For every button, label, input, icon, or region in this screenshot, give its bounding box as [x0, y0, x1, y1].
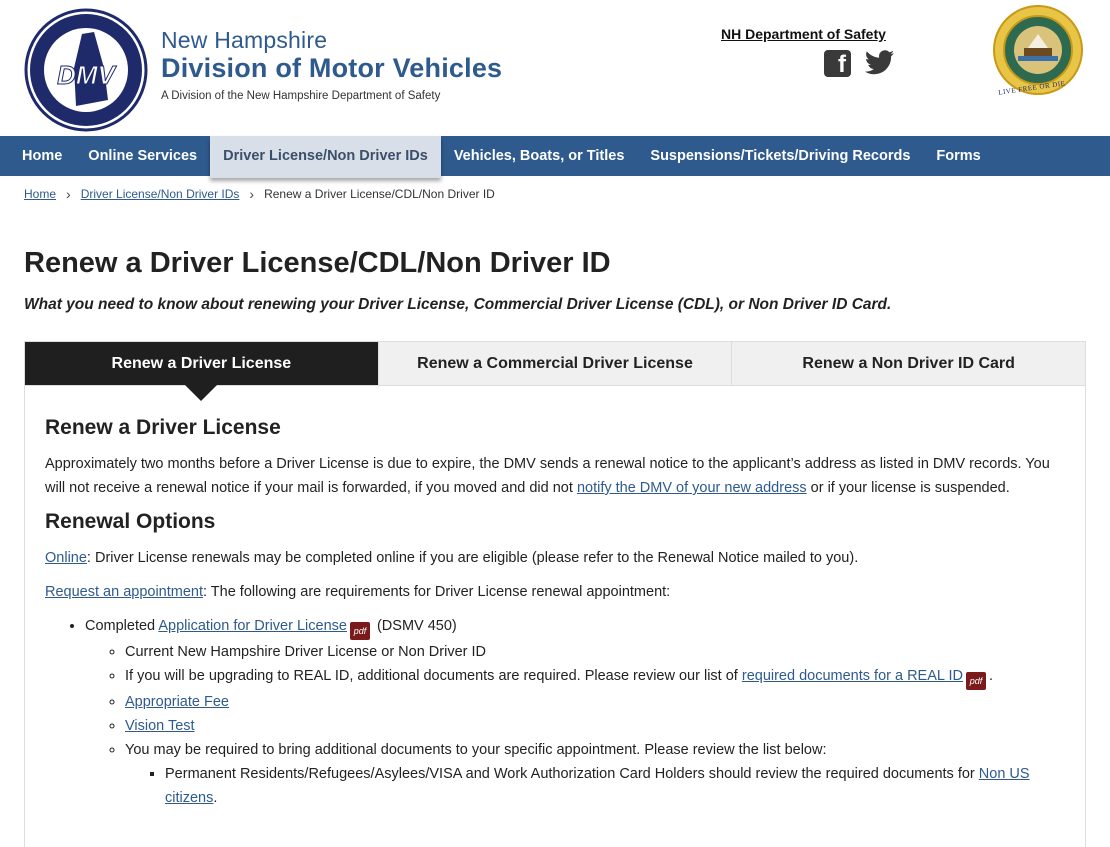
svg-text:DMV: DMV: [57, 60, 117, 90]
tab-content: Renew a Driver License Approximately two…: [45, 416, 1070, 810]
nav-item-forms[interactable]: Forms: [923, 136, 993, 176]
pdf-icon[interactable]: pdf: [349, 622, 370, 640]
twitter-icon[interactable]: [865, 50, 895, 76]
nav-item-home[interactable]: Home: [0, 136, 75, 176]
online-text: : Driver License renewals may be complet…: [86, 550, 859, 566]
perm-residents-text: Permanent Residents/Refugees/Asylees/VIS…: [165, 766, 979, 782]
tab-renew-driver-license[interactable]: Renew a Driver License: [25, 342, 379, 401]
main-nav: Home Online Services Driver License/Non …: [0, 136, 1110, 178]
notify-address-link[interactable]: notify the DMV of your new address: [577, 480, 807, 496]
facebook-icon[interactable]: f: [824, 50, 851, 78]
brand-tagline: A Division of the New Hampshire Departme…: [161, 90, 441, 102]
intro-paragraph: Approximately two months before a Driver…: [45, 452, 1070, 500]
brand-block[interactable]: New Hampshire Division of Motor Vehicles…: [161, 27, 502, 102]
list-item: Completed Application for Driver License…: [85, 614, 1070, 810]
sub-requirements-list: Current New Hampshire Driver License or …: [125, 640, 1070, 810]
breadcrumb-driver-license-link[interactable]: Driver License/Non Driver IDs: [81, 187, 240, 201]
social-links: f: [824, 50, 895, 78]
online-link[interactable]: Online: [45, 550, 87, 566]
list-item: Appropriate Fee: [125, 690, 1070, 714]
vision-test-link[interactable]: Vision Test: [125, 718, 195, 734]
list-item: You may be required to bring additional …: [125, 738, 1070, 810]
realid-end: .: [988, 668, 993, 684]
tab-renew-cdl[interactable]: Renew a Commercial Driver License: [379, 342, 733, 385]
site-header: DMV New Hampshire Division of Motor Vehi…: [0, 0, 1110, 136]
tab-bar: Renew a Driver License Renew a Commercia…: [24, 341, 1086, 401]
page-subtitle: What you need to know about renewing you…: [24, 296, 892, 313]
breadcrumb-current: Renew a Driver License/CDL/Non Driver ID: [264, 187, 495, 201]
list-item: Current New Hampshire Driver License or …: [125, 640, 1070, 664]
brand-division: Division of Motor Vehicles: [161, 53, 503, 83]
appointment-text: : The following are requirements for Dri…: [203, 584, 671, 600]
intro-text-end: or if your license is suspended.: [806, 480, 1010, 496]
section-heading: Renew a Driver License: [45, 416, 281, 439]
dept-safety-link[interactable]: NH Department of Safety: [721, 26, 886, 42]
list-item: Vision Test: [125, 714, 1070, 738]
application-link[interactable]: Application for Driver License: [158, 618, 347, 634]
form-number: (DSMV 450): [372, 618, 457, 634]
nav-item-online-services[interactable]: Online Services: [75, 136, 210, 176]
list-item: Permanent Residents/Refugees/Asylees/VIS…: [165, 762, 1070, 810]
chevron-right-icon: ›: [249, 186, 255, 202]
completed-text: Completed: [85, 618, 159, 634]
requirements-list: Completed Application for Driver License…: [85, 614, 1070, 810]
appropriate-fee-link[interactable]: Appropriate Fee: [125, 694, 229, 710]
nav-item-driver-license[interactable]: Driver License/Non Driver IDs: [210, 136, 441, 178]
realid-text: If you will be upgrading to REAL ID, add…: [125, 668, 742, 684]
dmv-logo[interactable]: DMV: [24, 8, 148, 132]
nav-item-suspensions[interactable]: Suspensions/Tickets/Driving Records: [637, 136, 923, 176]
breadcrumb: Home › Driver License/Non Driver IDs › R…: [24, 186, 495, 202]
page-title: Renew a Driver License/CDL/Non Driver ID: [24, 247, 611, 279]
pdf-icon[interactable]: pdf: [965, 672, 986, 690]
appointment-paragraph: Request an appointment: The following ar…: [45, 580, 1070, 604]
list-item: If you will be upgrading to REAL ID, add…: [125, 664, 1070, 690]
nav-item-vehicles[interactable]: Vehicles, Boats, or Titles: [441, 136, 638, 176]
renewal-options-heading: Renewal Options: [45, 510, 216, 533]
realid-docs-link[interactable]: required documents for a REAL ID: [742, 668, 963, 684]
additional-docs-text: You may be required to bring additional …: [125, 742, 827, 758]
request-appointment-link[interactable]: Request an appointment: [45, 584, 203, 600]
brand-state: New Hampshire: [161, 27, 328, 53]
perm-end: .: [213, 790, 218, 806]
breadcrumb-home-link[interactable]: Home: [24, 187, 56, 201]
tab-renew-non-driver-id[interactable]: Renew a Non Driver ID Card: [732, 342, 1085, 385]
chevron-right-icon: ›: [66, 186, 71, 202]
online-paragraph: Online: Driver License renewals may be c…: [45, 546, 1070, 570]
additional-docs-list: Permanent Residents/Refugees/Asylees/VIS…: [165, 762, 1070, 810]
